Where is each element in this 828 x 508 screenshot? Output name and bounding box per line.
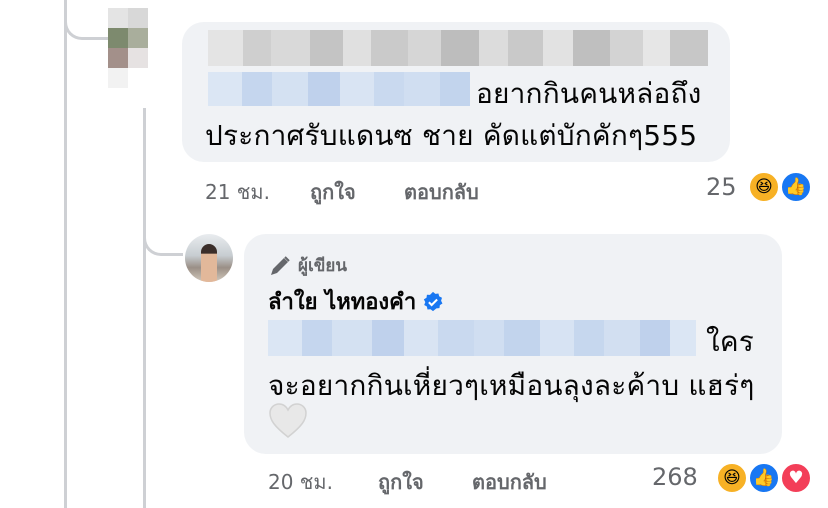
commenter-name-blurred[interactable]: [208, 30, 708, 66]
reply-button[interactable]: ตอบกลับ: [404, 176, 479, 208]
haha-icon: 😆: [748, 171, 780, 203]
author-avatar[interactable]: [185, 234, 233, 282]
love-icon: ♥: [780, 462, 812, 494]
haha-icon: 😆: [716, 462, 748, 494]
reply-thread-connector: [143, 200, 183, 256]
mention-blurred[interactable]: [268, 320, 696, 356]
reaction-count[interactable]: 268: [652, 463, 698, 491]
thread-line: [64, 0, 67, 508]
comment-text-line1: อยากกินคนหล่อถึง: [476, 77, 702, 110]
thread-connector: [64, 0, 110, 40]
reply-timestamp[interactable]: 20 ชม.: [268, 466, 333, 498]
reply-thread-line: [143, 40, 146, 508]
comment-timestamp[interactable]: 21 ชม.: [205, 176, 270, 208]
like-button[interactable]: ถูกใจ: [310, 176, 356, 208]
reply-text-line1: ใคร: [706, 325, 755, 358]
like-icon: 👍: [748, 462, 780, 494]
author-badge: ผู้เขียน: [298, 256, 347, 276]
mention-blurred[interactable]: [208, 72, 470, 106]
pen-icon: [271, 255, 290, 275]
like-button[interactable]: ถูกใจ: [378, 466, 424, 498]
comment-text-line2: ประกาศรับแดนซ ชาย คัดแต่บักคักๆ555: [205, 119, 698, 152]
like-icon: 👍: [780, 171, 812, 203]
author-name[interactable]: ลำใย ไหทองคำ: [268, 284, 416, 319]
white-heart-icon: [269, 403, 307, 438]
author-badge-row: ผู้เขียน: [268, 252, 347, 279]
commenter-avatar-blurred[interactable]: [108, 8, 168, 108]
reply-button[interactable]: ตอบกลับ: [472, 466, 547, 498]
author-name-row: ลำใย ไหทองคำ: [268, 284, 444, 319]
verified-badge-icon: [424, 291, 443, 311]
reaction-count[interactable]: 25: [706, 173, 737, 201]
reply-text-line2: จะอยากกินเหี่ยวๆเหมือนลุงละค้าบ แฮร่ๆ: [268, 369, 755, 402]
